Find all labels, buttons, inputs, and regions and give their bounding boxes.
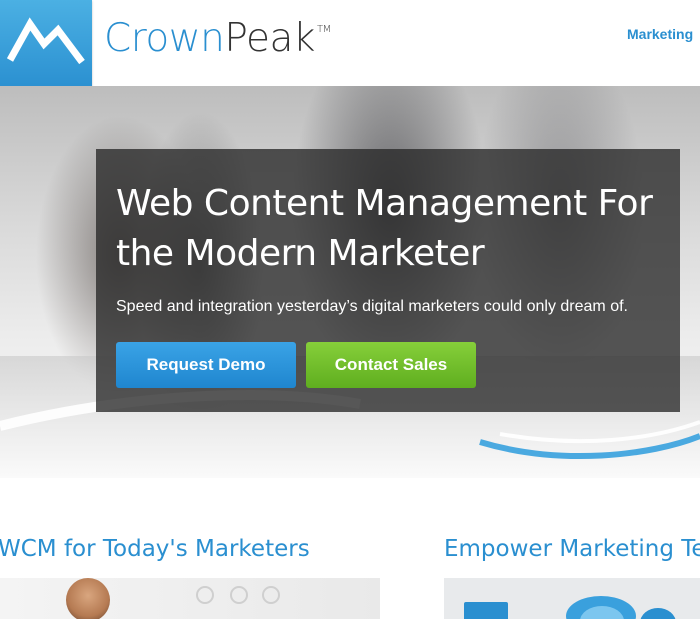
empower-thumbnail-image[interactable]	[444, 578, 700, 619]
brand-name-crown: Crown	[104, 16, 225, 61]
dial-decoration	[230, 586, 248, 604]
dial-decoration	[196, 586, 214, 604]
section-title-wcm[interactable]: WCM for Today's Marketers	[0, 536, 310, 562]
brand-name-peak: Peak	[224, 16, 315, 61]
section-title-empower[interactable]: Empower Marketing Tean	[444, 536, 700, 562]
cloud-illustration-small	[640, 608, 676, 619]
device-illustration	[464, 602, 508, 619]
hero-banner: Web Content Management For the Modern Ma…	[0, 86, 700, 478]
request-demo-button[interactable]: Request Demo	[116, 342, 296, 388]
wcm-thumbnail-image[interactable]	[0, 578, 380, 619]
logo[interactable]	[0, 0, 92, 90]
site-header: CrownPeak TM Marketing	[0, 0, 700, 90]
brand-name[interactable]: CrownPeak TM	[104, 16, 331, 61]
person-photo	[66, 578, 110, 619]
hero-panel: Web Content Management For the Modern Ma…	[96, 149, 680, 412]
dial-decoration	[262, 586, 280, 604]
hero-subtitle: Speed and integration yesterday’s digita…	[116, 298, 628, 315]
mountain-logo-icon	[6, 17, 85, 65]
contact-sales-button[interactable]: Contact Sales	[306, 342, 476, 388]
nav-item-marketing[interactable]: Marketing	[627, 26, 693, 42]
hero-title: Web Content Management For the Modern Ma…	[116, 183, 653, 274]
trademark-mark: TM	[317, 24, 331, 35]
